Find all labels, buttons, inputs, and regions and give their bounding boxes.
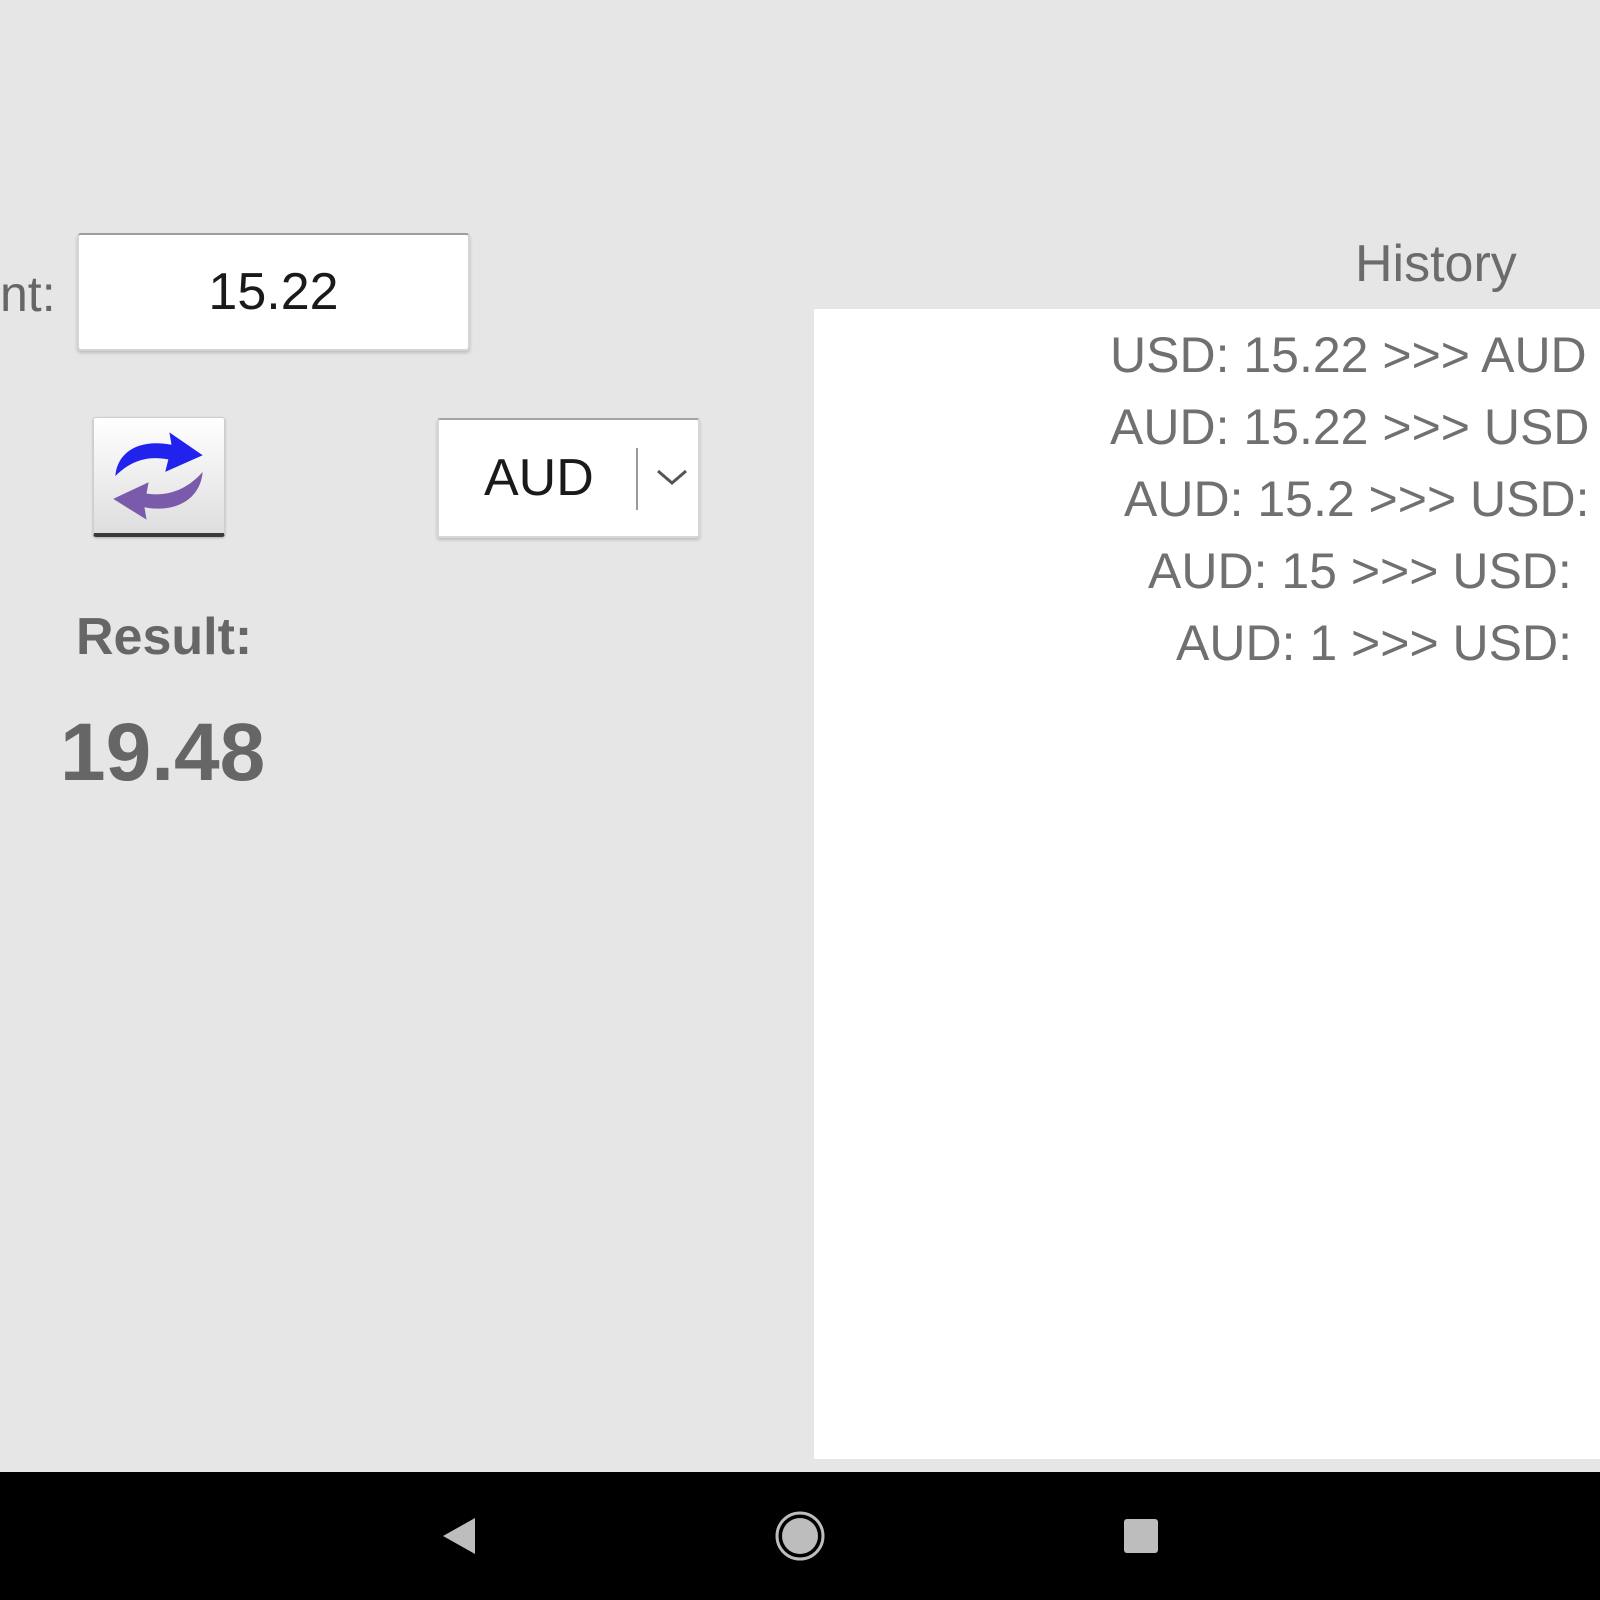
- history-item[interactable]: USD: 15.22 >>> AUD: [1110, 323, 1587, 387]
- history-item[interactable]: AUD: 15 >>> USD:: [1148, 539, 1572, 603]
- history-panel[interactable]: USD: 15.22 >>> AUD AUD: 15.22 >>> USD AU…: [814, 309, 1600, 1459]
- history-item[interactable]: AUD: 1 >>> USD:: [1176, 611, 1572, 675]
- back-triangle-icon: [443, 1518, 475, 1554]
- recents-square-icon: [1124, 1519, 1158, 1553]
- select-divider: [636, 448, 638, 510]
- back-button[interactable]: [409, 1472, 509, 1600]
- navigation-bar: [0, 1472, 1600, 1600]
- home-circle-icon: [775, 1511, 825, 1561]
- home-button[interactable]: [750, 1472, 850, 1600]
- recents-button[interactable]: [1091, 1472, 1191, 1600]
- currency-select[interactable]: AUD: [437, 418, 700, 538]
- currency-select-value: AUD: [484, 449, 594, 507]
- history-item[interactable]: AUD: 15.22 >>> USD: [1110, 395, 1589, 459]
- swap-arrows-icon: [113, 431, 203, 520]
- amount-label: nt:: [0, 266, 56, 322]
- history-item[interactable]: AUD: 15.2 >>> USD:: [1124, 467, 1590, 531]
- result-value: 19.48: [60, 707, 266, 798]
- amount-input[interactable]: [77, 233, 470, 351]
- result-label: Result:: [76, 608, 253, 666]
- chevron-down-icon: [657, 469, 687, 485]
- history-title: History: [1355, 235, 1517, 293]
- swap-currency-button[interactable]: [93, 417, 225, 537]
